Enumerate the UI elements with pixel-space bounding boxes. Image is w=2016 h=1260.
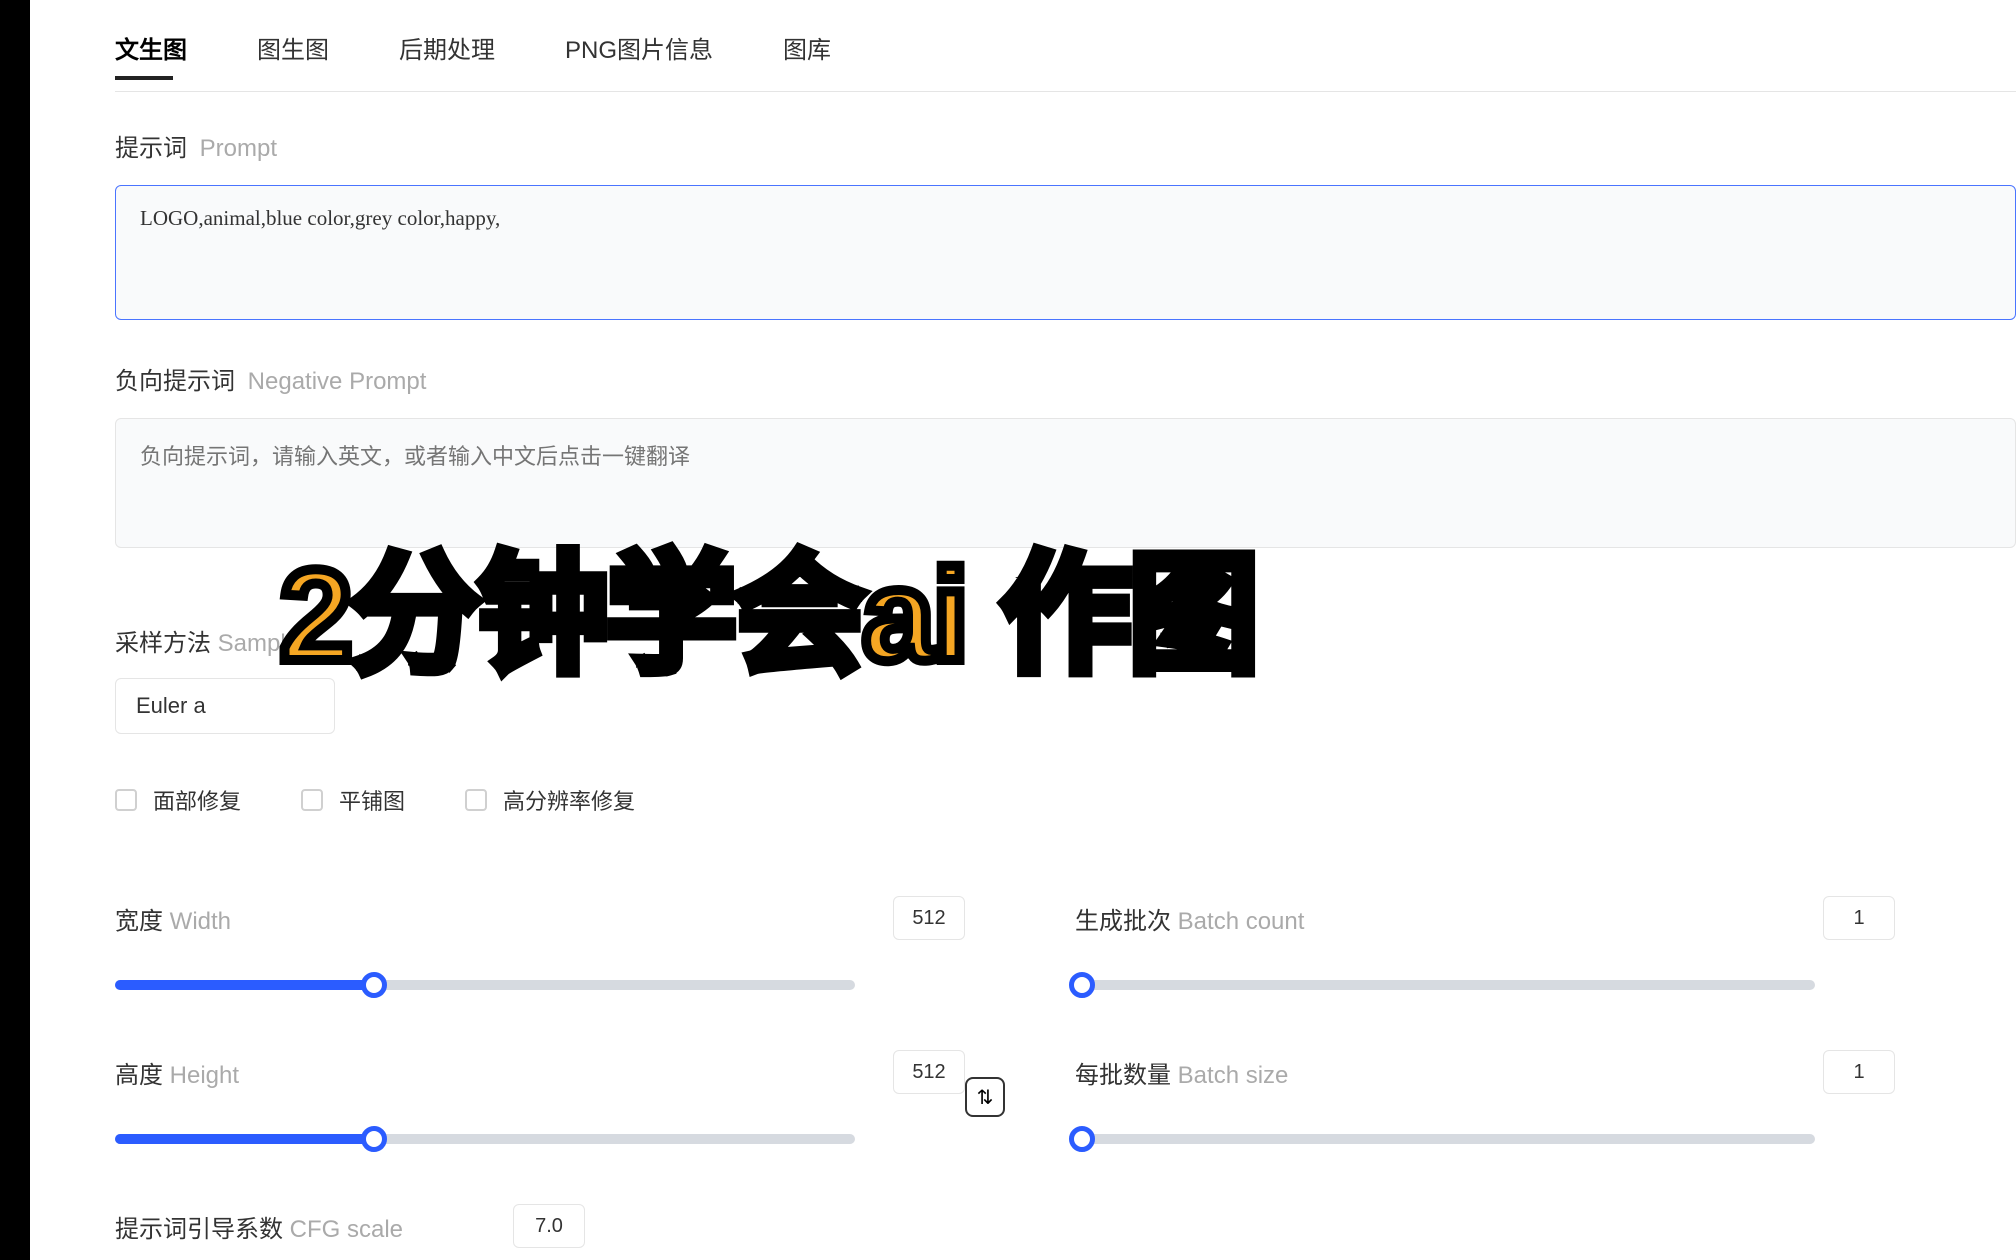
slider-thumb-icon [361, 1126, 387, 1152]
tab-pnginfo[interactable]: PNG图片信息 [565, 30, 713, 79]
checkbox-box-icon [465, 789, 487, 811]
batch-count-label-cn: 生成批次 [1075, 908, 1171, 935]
batch-size-value[interactable]: 1 [1823, 1050, 1895, 1094]
prompt-label-cn: 提示词 [115, 135, 187, 162]
checkbox-tile-label: 平铺图 [339, 784, 405, 816]
prompt-input[interactable] [115, 185, 2016, 320]
swap-wh-button[interactable]: ⇅ [965, 1077, 1005, 1117]
tab-bar: 文生图 图生图 后期处理 PNG图片信息 图库 [115, 0, 2016, 92]
tab-gallery[interactable]: 图库 [783, 30, 831, 79]
batch-count-value[interactable]: 1 [1823, 896, 1895, 940]
sampler-label: 采样方法 Sample [115, 623, 2016, 658]
batch-count-label-en: Batch count [1178, 908, 1305, 935]
cfg-row: 提示词引导系数 CFG scale 7.0 [115, 1204, 2016, 1248]
cfg-label-en: CFG scale [290, 1216, 403, 1243]
height-value[interactable]: 512 [893, 1050, 965, 1094]
cfg-label-cn: 提示词引导系数 [115, 1216, 283, 1243]
neg-prompt-input[interactable] [115, 418, 2016, 548]
batch-size-slider[interactable] [1075, 1134, 1815, 1144]
batch-count-slider[interactable] [1075, 980, 1815, 990]
width-value[interactable]: 512 [893, 896, 965, 940]
swap-icon: ⇅ [977, 1085, 994, 1110]
tab-postprocess[interactable]: 后期处理 [399, 30, 495, 79]
batch-count-block: 生成批次 Batch count 1 [1075, 896, 1895, 990]
height-slider[interactable] [115, 1134, 855, 1144]
checkbox-tile[interactable]: 平铺图 [301, 784, 405, 816]
height-label-cn: 高度 [115, 1062, 163, 1089]
prompt-label-en: Prompt [200, 135, 277, 162]
checkbox-box-icon [301, 789, 323, 811]
slider-thumb-icon [1069, 972, 1095, 998]
slider-thumb-icon [361, 972, 387, 998]
checkbox-face-restore-label: 面部修复 [153, 784, 241, 816]
width-block: 宽度 Width 512 [115, 896, 965, 990]
left-black-bar [0, 0, 30, 1260]
tab-txt2img[interactable]: 文生图 [115, 30, 187, 79]
checkbox-box-icon [115, 789, 137, 811]
batch-size-label-cn: 每批数量 [1075, 1062, 1171, 1089]
sampler-label-en: Sample [218, 630, 299, 657]
checkbox-hires[interactable]: 高分辨率修复 [465, 784, 635, 816]
width-label-en: Width [170, 908, 231, 935]
checkbox-face-restore[interactable]: 面部修复 [115, 784, 241, 816]
checkbox-hires-label: 高分辨率修复 [503, 784, 635, 816]
sampler-label-cn: 采样方法 [115, 630, 211, 657]
sampler-select[interactable]: Euler a [115, 678, 335, 734]
checkbox-row: 面部修复 平铺图 高分辨率修复 [115, 784, 2016, 816]
neg-prompt-label-en: Negative Prompt [248, 368, 427, 395]
spacer [965, 896, 1075, 990]
width-slider[interactable] [115, 980, 855, 990]
sampler-value: Euler a [136, 693, 206, 719]
cfg-value[interactable]: 7.0 [513, 1204, 585, 1248]
tab-img2img[interactable]: 图生图 [257, 30, 329, 79]
height-block: 高度 Height 512 [115, 1050, 965, 1144]
batch-size-label-en: Batch size [1178, 1062, 1289, 1089]
height-label-en: Height [170, 1062, 239, 1089]
main-content: 文生图 图生图 后期处理 PNG图片信息 图库 提示词 Prompt 负向提示词… [115, 0, 2016, 1248]
neg-prompt-label-cn: 负向提示词 [115, 368, 235, 395]
width-label-cn: 宽度 [115, 908, 163, 935]
prompt-label: 提示词 Prompt [115, 128, 2016, 163]
batch-size-block: 每批数量 Batch size 1 [1075, 1050, 1895, 1144]
sliders-area: 宽度 Width 512 生成批次 Batch count 1 [115, 896, 2016, 1144]
slider-thumb-icon [1069, 1126, 1095, 1152]
neg-prompt-label: 负向提示词 Negative Prompt [115, 361, 2016, 396]
